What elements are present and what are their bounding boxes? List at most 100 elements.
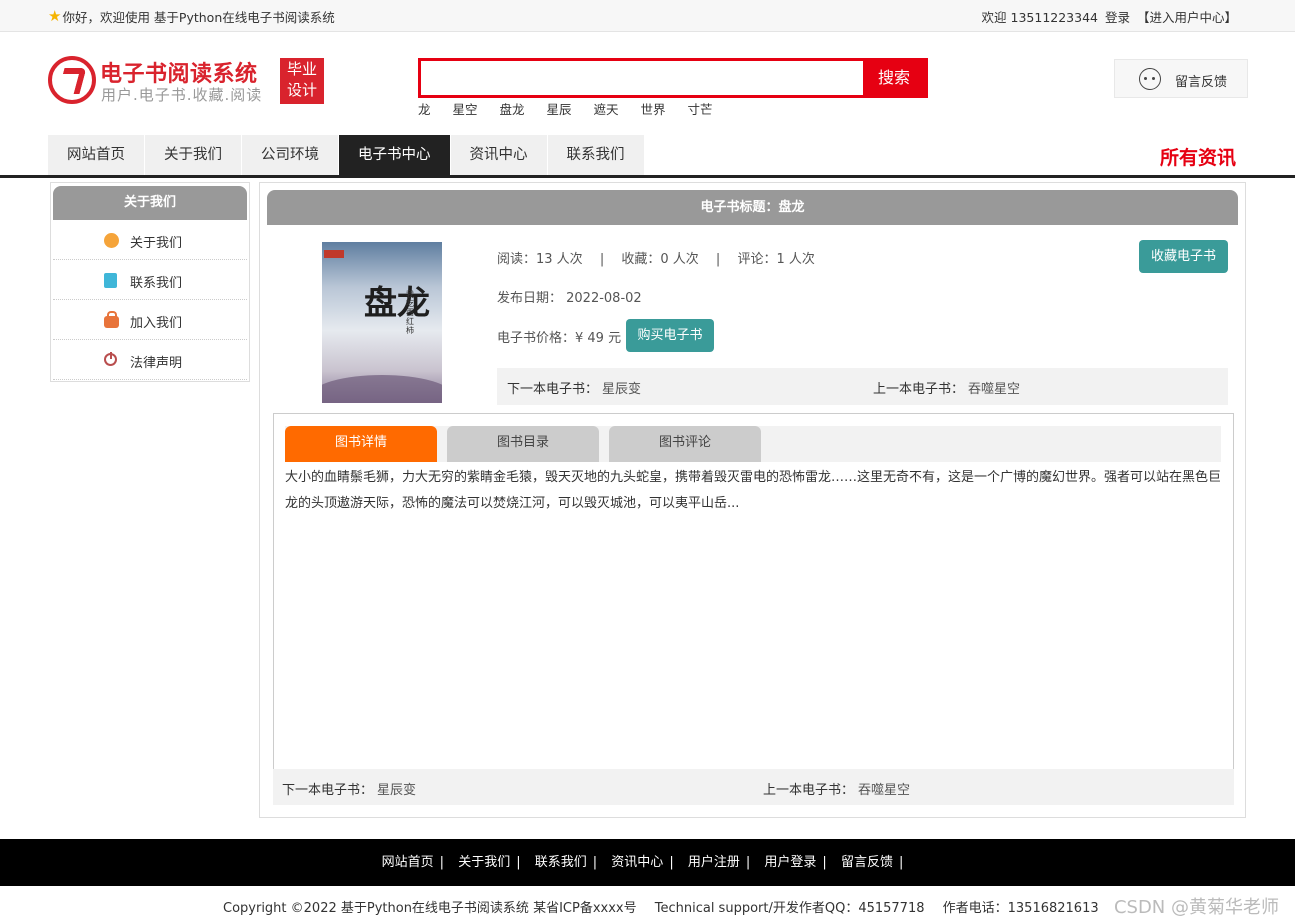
book-price: 电子书价格：¥ 49 元 bbox=[497, 331, 622, 346]
fav-count: 收藏：0 人次 bbox=[621, 252, 699, 267]
tabs-panel: 图书详情 图书目录 图书评论 大小的血睛鬃毛狮，力大无穷的紫睛金毛猿，毁天灭地的… bbox=[273, 413, 1234, 770]
footer-link-register[interactable]: 用户注册 bbox=[688, 855, 740, 870]
hot-words: 龙 星空 盘龙 星辰 遮天 世界 寸芒 bbox=[418, 99, 731, 118]
hot-word[interactable]: 盘龙 bbox=[500, 102, 525, 117]
user-welcome: 欢迎 13511223344 bbox=[981, 10, 1098, 25]
logo-subtitle: 用户.电子书.收藏.阅读 bbox=[101, 86, 263, 104]
footer-link-about[interactable]: 关于我们 bbox=[458, 855, 510, 870]
tab-contents[interactable]: 图书目录 bbox=[447, 426, 599, 462]
sidebar-item-legal[interactable]: 法律声明 bbox=[53, 340, 247, 380]
footer-separator: | bbox=[822, 855, 827, 870]
support-text: Technical support/开发作者QQ：45157718 bbox=[654, 901, 925, 916]
tab-details[interactable]: 图书详情 bbox=[285, 426, 437, 462]
sidebar-item-about[interactable]: 关于我们 bbox=[53, 220, 247, 260]
favorite-ebook-button[interactable]: 收藏电子书 bbox=[1139, 240, 1228, 273]
prev-book-label: 上一本电子书： bbox=[873, 382, 965, 397]
lock-icon bbox=[104, 311, 119, 328]
sidebar-item-label: 联系我们 bbox=[130, 276, 183, 291]
nav-ebook-center[interactable]: 电子书中心 bbox=[339, 135, 451, 175]
user-links: 欢迎 13511223344 登录 【进入用户中心】 bbox=[979, 7, 1237, 26]
welcome-text: 你好，欢迎使用 基于Python在线电子书阅读系统 bbox=[62, 10, 335, 25]
footer-link-login[interactable]: 用户登录 bbox=[764, 855, 816, 870]
customer-service-icon bbox=[1139, 68, 1161, 90]
feedback-button[interactable]: 留言反馈 bbox=[1114, 59, 1248, 98]
sidebar-item-join[interactable]: 加入我们 bbox=[53, 300, 247, 340]
footer-link-news[interactable]: 资讯中心 bbox=[611, 855, 663, 870]
next-book-label: 下一本电子书： bbox=[507, 382, 599, 397]
footer-separator: | bbox=[439, 855, 445, 870]
graduation-badge: 毕业 设计 bbox=[280, 58, 324, 104]
sidebar: 关于我们 关于我们 联系我们 加入我们 法律声明 bbox=[50, 182, 250, 382]
cover-author: 我吃西红柿 bbox=[406, 290, 414, 335]
logo-icon[interactable] bbox=[48, 56, 96, 104]
nav-divider bbox=[0, 175, 1295, 178]
badge-line-1: 毕业 bbox=[286, 60, 317, 78]
book-cover: 盘龙 我吃西红柿 bbox=[322, 242, 442, 403]
nav-about[interactable]: 关于我们 bbox=[145, 135, 242, 175]
prev-book: 上一本电子书： 吞噬星空 bbox=[873, 378, 1020, 397]
book-description: 大小的血睛鬃毛狮，力大无穷的紫睛金毛猿，毁天灭地的九头蛇皇，携带着毁灭雷电的恐怖… bbox=[285, 470, 1222, 511]
welcome-text-wrap: ★ 你好，欢迎使用 基于Python在线电子书阅读系统 bbox=[48, 7, 335, 26]
prev-book: 上一本电子书： 吞噬星空 bbox=[763, 779, 910, 798]
copyright: Copyright ©2022 基于Python在线电子书阅读系统 某省ICP备… bbox=[223, 897, 1113, 916]
comment-count: 评论：1 人次 bbox=[737, 252, 815, 267]
book-navigation: 下一本电子书： 星辰变 上一本电子书： 吞噬星空 bbox=[497, 368, 1228, 405]
publish-date: 发布日期： 2022-08-02 bbox=[497, 291, 642, 306]
hot-word[interactable]: 星空 bbox=[453, 102, 478, 117]
sidebar-item-label: 关于我们 bbox=[130, 236, 183, 251]
user-center-link[interactable]: 【进入用户中心】 bbox=[1137, 10, 1237, 25]
hot-word[interactable]: 遮天 bbox=[594, 102, 619, 117]
footer-nav: 网站首页 | 关于我们 | 联系我们 | 资讯中心 | 用户注册 | 用户登录 | 留言反馈… bbox=[0, 839, 1295, 886]
clipboard-icon bbox=[104, 273, 117, 288]
hot-word[interactable]: 寸芒 bbox=[688, 102, 713, 117]
footer-link-feedback[interactable]: 留言反馈 bbox=[841, 855, 893, 870]
hot-word[interactable]: 龙 bbox=[418, 102, 431, 117]
star-icon: ★ bbox=[48, 7, 62, 25]
search-button[interactable]: 搜索 bbox=[863, 58, 925, 98]
prev-book-link[interactable]: 吞噬星空 bbox=[968, 382, 1020, 397]
nav-contact[interactable]: 联系我们 bbox=[547, 135, 645, 175]
cover-title: 盘龙 bbox=[364, 283, 430, 322]
all-news-link[interactable]: 所有资讯 bbox=[1160, 143, 1236, 170]
stat-separator: | bbox=[599, 252, 605, 267]
phone-text: 作者电话：13516821613 bbox=[942, 901, 1099, 916]
footer-separator: | bbox=[516, 855, 521, 870]
prev-book-link[interactable]: 吞噬星空 bbox=[858, 783, 910, 798]
bottom-book-navigation: 下一本电子书： 星辰变 上一本电子书： 吞噬星空 bbox=[273, 769, 1234, 805]
nav-home[interactable]: 网站首页 bbox=[48, 135, 145, 175]
nav-environment[interactable]: 公司环境 bbox=[242, 135, 339, 175]
sidebar-item-contact[interactable]: 联系我们 bbox=[53, 260, 247, 300]
footer-link-home[interactable]: 网站首页 bbox=[382, 855, 434, 870]
next-book-label: 下一本电子书： bbox=[282, 783, 374, 798]
copyright-text: Copyright ©2022 基于Python在线电子书阅读系统 某省ICP备… bbox=[223, 901, 637, 916]
tab-comments[interactable]: 图书评论 bbox=[609, 426, 761, 462]
hot-word[interactable]: 世界 bbox=[641, 102, 666, 117]
buy-ebook-button[interactable]: 购买电子书 bbox=[626, 319, 714, 352]
search-box: 搜索 bbox=[418, 58, 928, 98]
feedback-label: 留言反馈 bbox=[1175, 75, 1228, 90]
login-link[interactable]: 登录 bbox=[1105, 10, 1130, 25]
sidebar-item-label: 法律声明 bbox=[130, 356, 183, 371]
sidebar-title: 关于我们 bbox=[53, 186, 247, 220]
next-book-link[interactable]: 星辰变 bbox=[377, 783, 416, 798]
badge-line-2: 设计 bbox=[286, 81, 317, 99]
footer-link-contact[interactable]: 联系我们 bbox=[535, 855, 587, 870]
tabs-strip: 图书详情 图书目录 图书评论 bbox=[285, 426, 1221, 462]
next-book: 下一本电子书： 星辰变 bbox=[282, 779, 416, 798]
footer-separator: | bbox=[592, 855, 598, 870]
coin-icon bbox=[104, 233, 119, 248]
book-title-header: 电子书标题：盘龙 bbox=[267, 190, 1238, 225]
cover-tag bbox=[324, 250, 344, 258]
search-input[interactable] bbox=[421, 61, 867, 95]
next-book: 下一本电子书： 星辰变 bbox=[507, 378, 641, 397]
main-nav: 网站首页 关于我们 公司环境 电子书中心 资讯中心 联系我们 bbox=[48, 135, 645, 175]
nav-news[interactable]: 资讯中心 bbox=[450, 135, 548, 175]
watermark: CSDN @黄菊华老师 bbox=[1113, 897, 1279, 918]
hot-word[interactable]: 星辰 bbox=[547, 102, 572, 117]
sidebar-item-label: 加入我们 bbox=[130, 316, 183, 331]
prev-book-label: 上一本电子书： bbox=[763, 783, 855, 798]
footer-separator: | bbox=[745, 855, 751, 870]
next-book-link[interactable]: 星辰变 bbox=[602, 382, 641, 397]
top-bar: ★ 你好，欢迎使用 基于Python在线电子书阅读系统 欢迎 135112233… bbox=[0, 0, 1295, 32]
power-icon bbox=[104, 352, 117, 366]
